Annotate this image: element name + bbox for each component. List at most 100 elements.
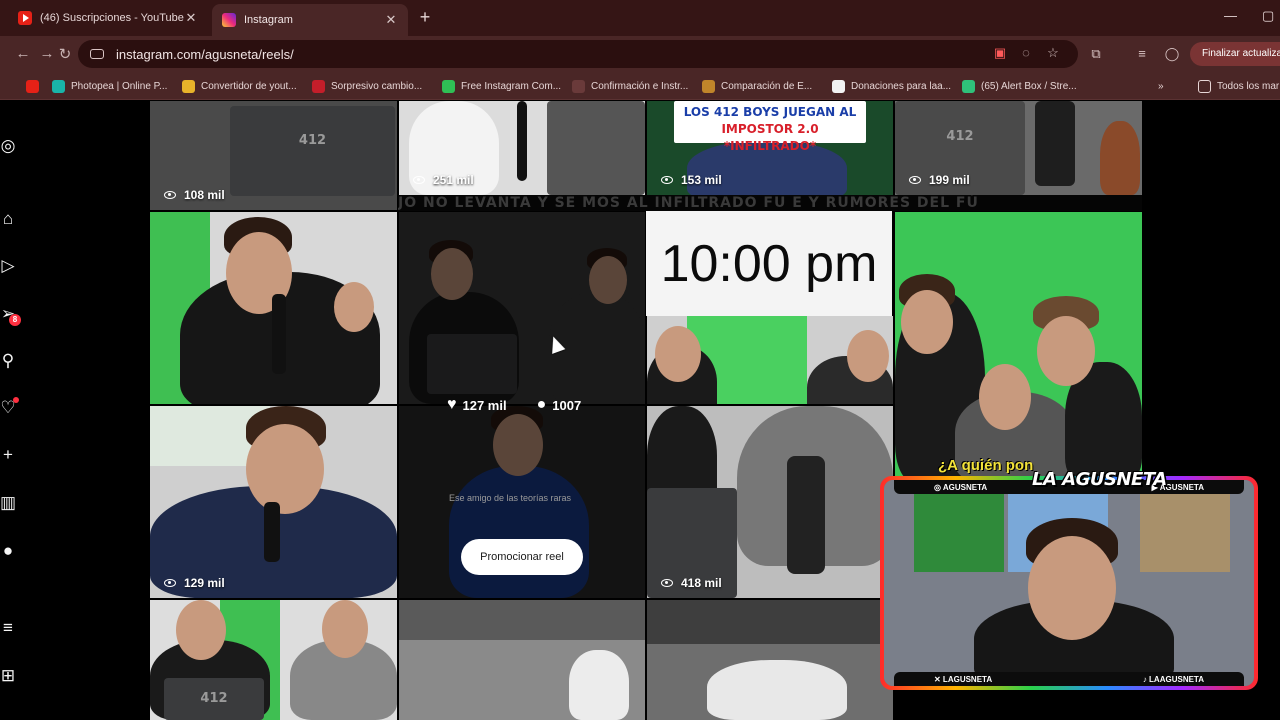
webcam-question: ¿A quién pon (938, 457, 1034, 474)
bookmark-label: Comparación de E... (721, 80, 813, 92)
minimize-icon[interactable]: — (1224, 8, 1237, 23)
eye-icon (909, 176, 921, 184)
bookmark-label: Convertidor de yout... (201, 80, 297, 92)
reels-icon[interactable]: ▷ (0, 256, 18, 276)
bookmark-label: Free Instagram Com... (461, 80, 562, 92)
site-info-icon[interactable] (90, 49, 104, 59)
dashboard-icon[interactable]: ▥ (0, 493, 18, 513)
laptop-logo: 412 (298, 133, 327, 148)
banner-line: IMPOSTOR 2.0 *INFILTRADO* (721, 122, 819, 153)
compare-icon (702, 79, 715, 93)
laptop-logo: 412 (200, 690, 228, 706)
reload-icon[interactable]: ↻ (56, 45, 74, 63)
webcam-bottom-bar: ✕ LAGUSNETA ♪ LAAGUSNETA (894, 672, 1244, 686)
profile-icon[interactable]: ● (0, 541, 18, 561)
reel-tile[interactable] (150, 212, 397, 404)
instagram-tool-icon (442, 79, 455, 93)
bookmark-label: Sorpresivo cambio... (331, 80, 423, 92)
instagram-handle: ◎ AGUSNETA (934, 482, 988, 492)
reel-tile[interactable]: 412 (150, 600, 397, 720)
reel-tile[interactable]: 129 mil (150, 406, 397, 598)
reel-hover-overlay[interactable]: Ese amigo de las teorías raras ♥ 127 mil … (399, 212, 645, 598)
bookmark-star-icon[interactable]: ☆ (1045, 45, 1061, 61)
bookmarks-overflow-icon[interactable]: » (1158, 78, 1164, 94)
forward-icon[interactable]: → (38, 45, 56, 62)
streamlabs-icon (962, 79, 975, 93)
reel-title-banner: LOS 412 BOYS JUEGAN AL IMPOSTOR 2.0 *INF… (674, 101, 866, 153)
reel-tile[interactable]: 412 199 mil (895, 101, 1142, 195)
close-icon[interactable]: ✕ (184, 10, 198, 26)
reel-tile[interactable] (399, 600, 645, 720)
eye-icon (413, 176, 425, 184)
eye-off-icon[interactable]: ◌ (1018, 45, 1034, 60)
bookmark-label: Todos los mar (1217, 80, 1280, 92)
bookmark-item[interactable]: Comparación de E... (702, 78, 812, 94)
reel-tile[interactable]: 412 108 mil (150, 101, 397, 210)
tab-youtube[interactable]: (46) Suscripciones - YouTube ✕ (8, 6, 208, 30)
bookmark-label: (65) Alert Box / Stre... (981, 80, 1077, 92)
eye-icon (164, 579, 176, 587)
new-tab-button[interactable]: + (416, 8, 434, 26)
home-icon[interactable]: ⌂ (0, 209, 18, 229)
instagram-icon[interactable]: ◎ (0, 136, 18, 156)
eye-icon (661, 176, 673, 184)
close-icon[interactable]: ✕ (384, 12, 398, 28)
restore-icon[interactable]: ▢ (1262, 8, 1274, 24)
webcam-overlay: ◎ AGUSNETA ▶ AGUSNETA ✕ LAGUSNETA ♪ LAAG… (880, 476, 1258, 690)
create-icon[interactable]: + (0, 445, 18, 465)
bookmark-item[interactable]: Free Instagram Com... (442, 78, 561, 94)
notification-dot (13, 397, 19, 403)
reel-stats: ♥ 127 mil ● 1007 (447, 396, 581, 414)
banner-line: LOS 412 BOYS JUEGAN AL (683, 105, 857, 119)
like-count: 127 mil (462, 397, 507, 413)
news-ticker: JO NO LEVANTA Y SE MOS AL INFILTRADO FU … (398, 195, 1142, 211)
reel-tile[interactable]: 418 mil (647, 406, 893, 598)
extensions-icon[interactable]: ⧉ (1088, 46, 1104, 62)
search-icon[interactable]: ⚲ (0, 351, 18, 371)
reel-tile[interactable]: 251 mil (399, 101, 645, 195)
reading-list-icon[interactable]: ≡ (1134, 46, 1150, 61)
reel-caption: Ese amigo de las teorías raras (449, 493, 572, 503)
bookmark-item[interactable]: (65) Alert Box / Stre... (962, 78, 1077, 94)
url-text: instagram.com/agusneta/reels/ (116, 46, 294, 62)
left-nav: ◎ ⌂ ▷ ➢ 8 ⚲ ♡ + ▥ ● ≡ ⊞ (0, 101, 24, 720)
bookmark-folder[interactable]: Todos los mar (1198, 78, 1279, 94)
cast-icon[interactable]: ▣ (992, 45, 1008, 61)
bookmarks-bar: Photopea | Online P... Convertidor de yo… (0, 72, 1280, 100)
comment-count: 1007 (552, 397, 582, 413)
news-icon (312, 79, 325, 93)
laptop-logo: 412 (946, 129, 974, 145)
bookmark-item[interactable]: Donaciones para laa... (832, 78, 951, 94)
globe-icon (572, 79, 585, 93)
view-count: 108 mil (164, 188, 225, 202)
instagram-page: ◎ ⌂ ▷ ➢ 8 ⚲ ♡ + ▥ ● ≡ ⊞ 412 108 mil 251 … (0, 101, 1280, 720)
back-icon[interactable]: ← (14, 45, 32, 62)
reel-tile[interactable] (895, 212, 1142, 482)
donation-icon (832, 79, 845, 93)
eye-icon (661, 579, 673, 587)
reel-tile[interactable] (647, 600, 893, 720)
tab-bar: (46) Suscripciones - YouTube ✕ Instagram… (0, 0, 1280, 36)
toolbar: ← → ↻ instagram.com/agusneta/reels/ ▣ ◌ … (0, 36, 1280, 72)
promote-reel-button[interactable]: Promocionar reel (461, 539, 583, 575)
bookmark-item[interactable]: Confirmación e Instr... (572, 78, 688, 94)
comment-icon: ● (536, 396, 547, 413)
more-icon[interactable]: ⊞ (0, 666, 18, 686)
update-button[interactable]: Finalizar actualiza (1190, 42, 1280, 66)
menu-icon[interactable]: ≡ (0, 618, 18, 638)
x-handle: ✕ LAGUSNETA (934, 674, 993, 684)
account-icon[interactable]: ◯ (1164, 46, 1180, 62)
tab-instagram[interactable]: Instagram ✕ (212, 4, 408, 36)
bookmark-item[interactable]: Sorpresivo cambio... (312, 78, 422, 94)
bookmark-item[interactable]: Convertidor de yout... (182, 78, 297, 94)
messages-badge: 8 (9, 314, 21, 326)
photopea-icon (52, 79, 65, 93)
instagram-icon (222, 13, 236, 27)
bookmark-item[interactable]: Photopea | Online P... (52, 78, 167, 94)
view-count: 418 mil (661, 576, 722, 590)
address-bar[interactable]: instagram.com/agusneta/reels/ (78, 40, 1078, 68)
reel-tile[interactable] (647, 316, 893, 404)
bookmark-youtube[interactable] (26, 78, 45, 94)
tiktok-handle: ♪ LAAGUSNETA (1142, 674, 1204, 684)
bookmark-label: Confirmación e Instr... (591, 80, 689, 92)
